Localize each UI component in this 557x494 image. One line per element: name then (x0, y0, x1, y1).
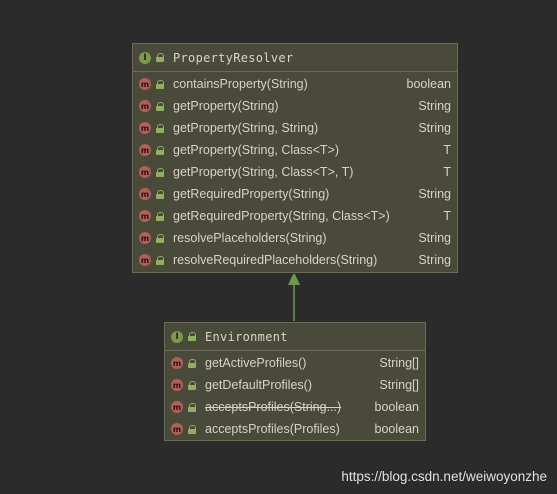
method-icon: m (171, 401, 183, 413)
method-row[interactable]: m getProperty(String, Class<T>, T) T (133, 161, 457, 183)
method-signature: getDefaultProfiles() (205, 378, 312, 392)
method-icon: m (171, 357, 183, 369)
method-row[interactable]: m getRequiredProperty(String) String (133, 183, 457, 205)
method-row[interactable]: m resolveRequiredPlaceholders(String) Stri… (133, 249, 457, 271)
public-lock-icon (156, 167, 165, 177)
method-signature: getProperty(String) (173, 99, 279, 113)
public-lock-icon (156, 145, 165, 155)
method-signature: getActiveProfiles() (205, 356, 307, 370)
method-return-type: String (418, 121, 451, 135)
method-return-type: String (418, 253, 451, 267)
method-row[interactable]: m getProperty(String) String (133, 95, 457, 117)
method-icon: m (139, 100, 151, 112)
interface-icon: I (139, 51, 151, 64)
public-lock-icon (156, 211, 165, 221)
method-row[interactable]: m getProperty(String, String) String (133, 117, 457, 139)
method-icon: m (139, 254, 151, 266)
interface-box-environment[interactable]: I Environment m getActiveProfiles() String… (164, 322, 426, 441)
public-lock-icon (156, 101, 165, 111)
method-signature: getProperty(String, Class<T>, T) (173, 165, 354, 179)
interface-header: I PropertyResolver (133, 44, 457, 72)
method-return-type: boolean (406, 77, 452, 91)
method-icon: m (139, 144, 151, 156)
public-lock-icon (156, 233, 165, 243)
method-row[interactable]: m resolvePlaceholders(String) String (133, 227, 457, 249)
method-signature: getProperty(String, Class<T>) (173, 143, 340, 157)
method-row[interactable]: m containsProperty(String) boolean (133, 73, 457, 95)
method-return-type: String[] (379, 378, 419, 392)
method-return-type: String (418, 99, 451, 113)
interface-name: PropertyResolver (173, 50, 294, 65)
public-lock-icon (156, 255, 165, 265)
method-return-type: T (443, 165, 451, 179)
method-row[interactable]: m getDefaultProfiles() String[] (165, 374, 425, 396)
method-icon: m (139, 232, 151, 244)
method-row[interactable]: m acceptsProfiles(String...) boolean (165, 396, 425, 418)
public-lock-icon (156, 53, 165, 62)
method-list: m containsProperty(String) boolean m getProp… (133, 72, 457, 271)
watermark: https://blog.csdn.net/weiwoyonzhe (341, 469, 547, 484)
method-icon: m (139, 78, 151, 90)
public-lock-icon (188, 332, 197, 341)
method-return-type: String (418, 187, 451, 201)
method-row[interactable]: m getProperty(String, Class<T>) T (133, 139, 457, 161)
interface-header: I Environment (165, 323, 425, 351)
interface-box-property-resolver[interactable]: I PropertyResolver m containsProperty(Str… (132, 43, 458, 273)
method-icon: m (139, 122, 151, 134)
method-signature: getRequiredProperty(String) (173, 187, 330, 201)
public-lock-icon (156, 123, 165, 133)
public-lock-icon (188, 358, 197, 368)
method-signature: acceptsProfiles(String...) (205, 400, 342, 414)
method-signature: resolveRequiredPlaceholders(String) (173, 253, 378, 267)
method-icon: m (171, 423, 183, 435)
method-signature: getRequiredProperty(String, Class<T>) (173, 209, 390, 223)
public-lock-icon (188, 424, 197, 434)
method-return-type: T (443, 143, 451, 157)
method-row[interactable]: m getRequiredProperty(String, Class<T>) T (133, 205, 457, 227)
method-signature: resolvePlaceholders(String) (173, 231, 327, 245)
interface-name: Environment (205, 329, 288, 344)
method-return-type: String[] (379, 356, 419, 370)
interface-icon: I (171, 330, 183, 343)
method-icon: m (171, 379, 183, 391)
method-return-type: boolean (374, 422, 420, 436)
method-return-type: boolean (374, 400, 420, 414)
method-signature: acceptsProfiles(Profiles) (205, 422, 340, 436)
method-list: m getActiveProfiles() String[] m getDefaultP… (165, 351, 425, 440)
method-icon: m (139, 210, 151, 222)
public-lock-icon (156, 189, 165, 199)
public-lock-icon (156, 79, 165, 89)
method-return-type: String (418, 231, 451, 245)
method-signature: getProperty(String, String) (173, 121, 319, 135)
method-icon: m (139, 188, 151, 200)
method-icon: m (139, 166, 151, 178)
method-row[interactable]: m acceptsProfiles(Profiles) boolean (165, 418, 425, 440)
method-signature: containsProperty(String) (173, 77, 308, 91)
public-lock-icon (188, 402, 197, 412)
public-lock-icon (188, 380, 197, 390)
method-row[interactable]: m getActiveProfiles() String[] (165, 352, 425, 374)
method-return-type: T (443, 209, 451, 223)
